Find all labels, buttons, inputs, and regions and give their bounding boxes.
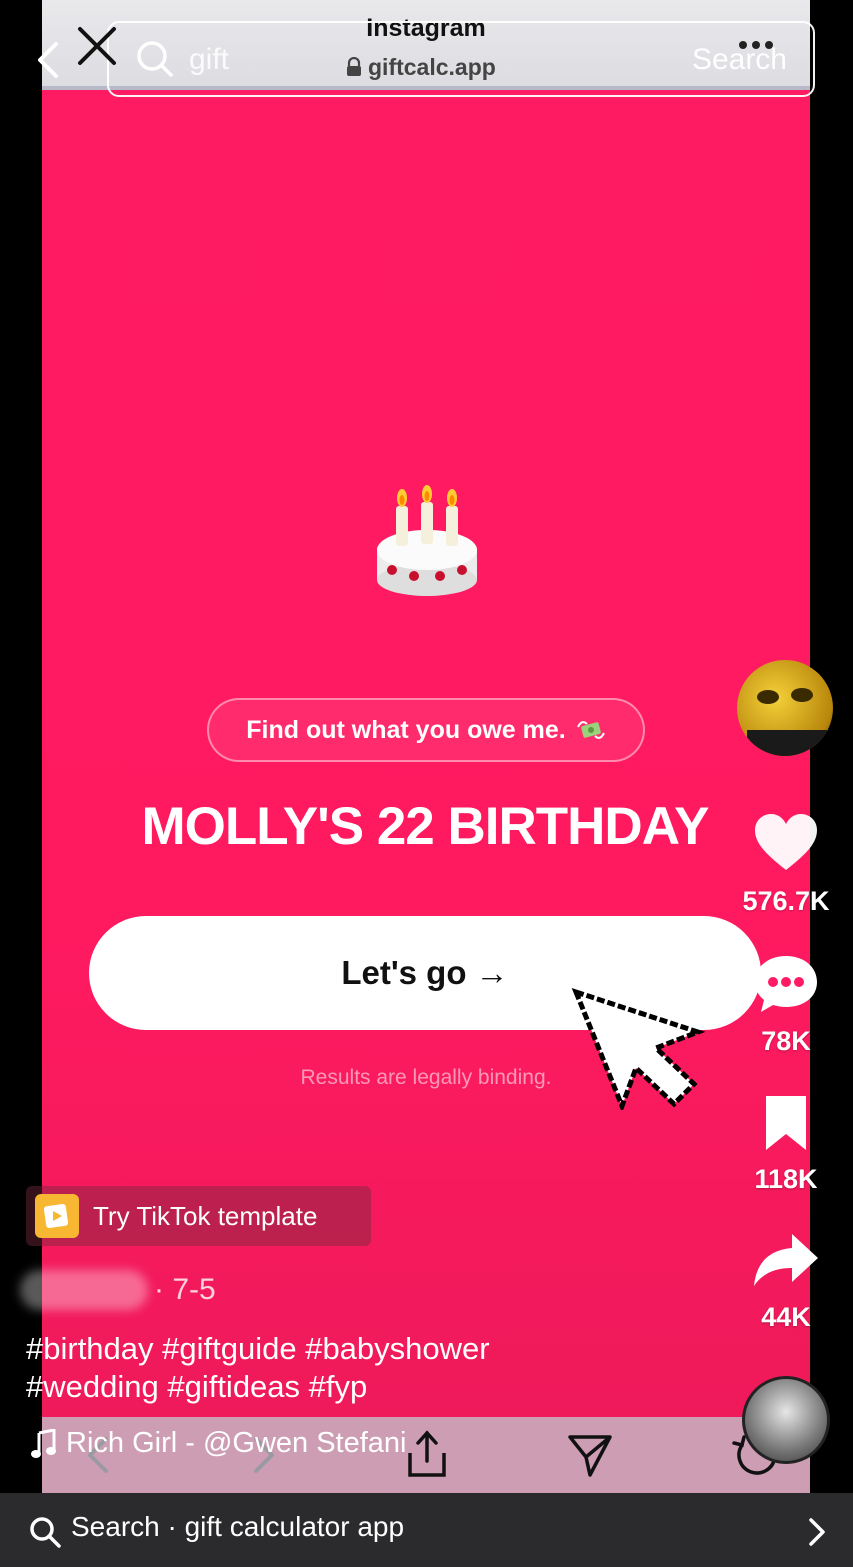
template-icon: [35, 1194, 79, 1238]
music-row[interactable]: Rich Girl - @Gwen Stefani: [30, 1427, 406, 1460]
post-caption: #birthday #giftguide #babyshower #weddin…: [26, 1330, 676, 1406]
author-name-blurred[interactable]: [20, 1270, 148, 1310]
share-count: 44K: [761, 1302, 811, 1332]
music-disc-avatar[interactable]: [742, 1376, 830, 1464]
share-upload-icon[interactable]: [406, 1429, 448, 1479]
comment-icon[interactable]: [753, 952, 819, 1014]
send-icon[interactable]: [566, 1431, 614, 1479]
caption-line[interactable]: #wedding #giftideas #fyp: [26, 1368, 676, 1406]
tiktok-template-chip[interactable]: Try TikTok template: [26, 1186, 371, 1246]
like-count: 576.7K: [742, 886, 830, 916]
bookmark-icon[interactable]: [762, 1094, 810, 1152]
close-icon[interactable]: [76, 25, 118, 67]
save-count: 118K: [754, 1164, 818, 1194]
tagline-pill: Find out what you owe me.: [207, 698, 645, 762]
cursor-pointer-icon: [571, 987, 706, 1110]
legal-disclaimer: Results are legally binding.: [300, 1066, 552, 1089]
page-headline: MOLLY'S 22 BIRTHDAY: [141, 797, 710, 856]
caption-line[interactable]: #birthday #giftguide #babyshower: [26, 1330, 676, 1368]
bottom-search-text: Search · gift calculator app: [71, 1511, 405, 1542]
creator-avatar[interactable]: [737, 660, 833, 756]
post-date: · 7-5: [154, 1273, 216, 1306]
birthday-cake-icon: [372, 480, 482, 600]
template-label: Try TikTok template: [93, 1200, 318, 1231]
back-icon[interactable]: [34, 40, 64, 80]
author-row: · 7-5: [20, 1268, 216, 1312]
search-icon: [137, 41, 173, 77]
money-wings-icon: [576, 721, 605, 739]
bottom-search-bar[interactable]: Search · gift calculator app: [0, 1493, 853, 1567]
comment-count: 78K: [761, 1026, 811, 1056]
chevron-right-icon[interactable]: [806, 1517, 828, 1547]
tagline-text: Find out what you owe me.: [246, 715, 566, 744]
like-heart-icon[interactable]: [753, 812, 819, 872]
tiktok-search-box[interactable]: gift Search: [107, 21, 815, 97]
music-title: Rich Girl - @Gwen Stefani: [66, 1427, 407, 1459]
search-query[interactable]: gift: [189, 43, 229, 77]
more-icon[interactable]: [738, 38, 774, 52]
share-arrow-icon[interactable]: [752, 1232, 820, 1288]
music-note-icon: [31, 1428, 56, 1458]
bottom-search-icon: [30, 1517, 61, 1548]
